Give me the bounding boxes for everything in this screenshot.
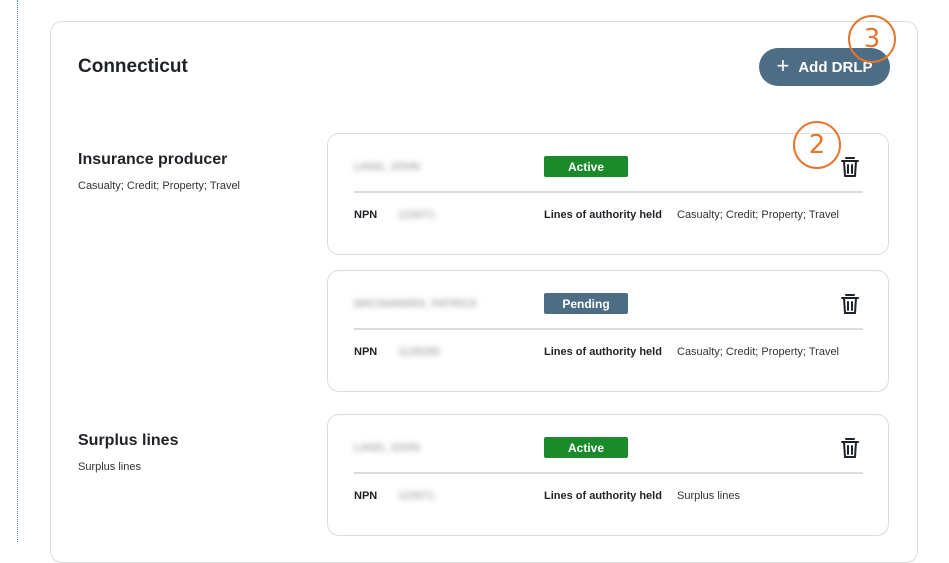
npn-value: 123471 [398, 490, 435, 502]
trash-icon[interactable] [840, 293, 860, 315]
loa-label: Lines of authority held [544, 346, 662, 358]
divider [354, 472, 863, 474]
divider [354, 191, 863, 193]
drlp-name: LANG, JOHN [354, 161, 421, 173]
annotation-marker-2: 2 [793, 121, 841, 169]
npn-label: NPN [354, 490, 378, 502]
divider [354, 328, 863, 330]
section-subtitle: Casualty; Credit; Property; Travel [78, 180, 241, 192]
annotation-marker-3: 3 [848, 15, 896, 63]
loa-value: Surplus lines [677, 490, 740, 502]
section-subtitle: Surplus lines [78, 461, 141, 473]
npn-label: NPN [354, 346, 378, 358]
state-title: Connecticut [78, 56, 188, 77]
section-title-surplus-lines: Surplus lines [78, 432, 179, 449]
plus-icon: + [776, 53, 790, 78]
status-badge: Active [544, 437, 628, 458]
section-title-insurance-producer: Insurance producer [78, 151, 228, 168]
loa-value: Casualty; Credit; Property; Travel [677, 346, 840, 358]
add-drlp-label: Add DRLP [798, 58, 873, 76]
npn-value: 1128290 [398, 346, 441, 358]
guide-line [17, 0, 18, 542]
npn-value: 123471 [398, 209, 435, 221]
drlp-entry-card: MACNAMARA, PATRICK Pending NPN 1128290 L… [327, 270, 889, 392]
loa-label: Lines of authority held [544, 209, 662, 221]
drlp-entry-card: LANG, JOHN Active NPN 123471 Lines of au… [327, 414, 889, 536]
trash-icon[interactable] [840, 156, 860, 178]
loa-value: Casualty; Credit; Property; Travel [677, 209, 840, 221]
drlp-name: LANG, JOHN [354, 442, 421, 454]
drlp-name: MACNAMARA, PATRICK [354, 298, 478, 310]
loa-label: Lines of authority held [544, 490, 662, 502]
npn-label: NPN [354, 209, 378, 221]
status-badge: Pending [544, 293, 628, 314]
status-badge: Active [544, 156, 628, 177]
trash-icon[interactable] [840, 437, 860, 459]
